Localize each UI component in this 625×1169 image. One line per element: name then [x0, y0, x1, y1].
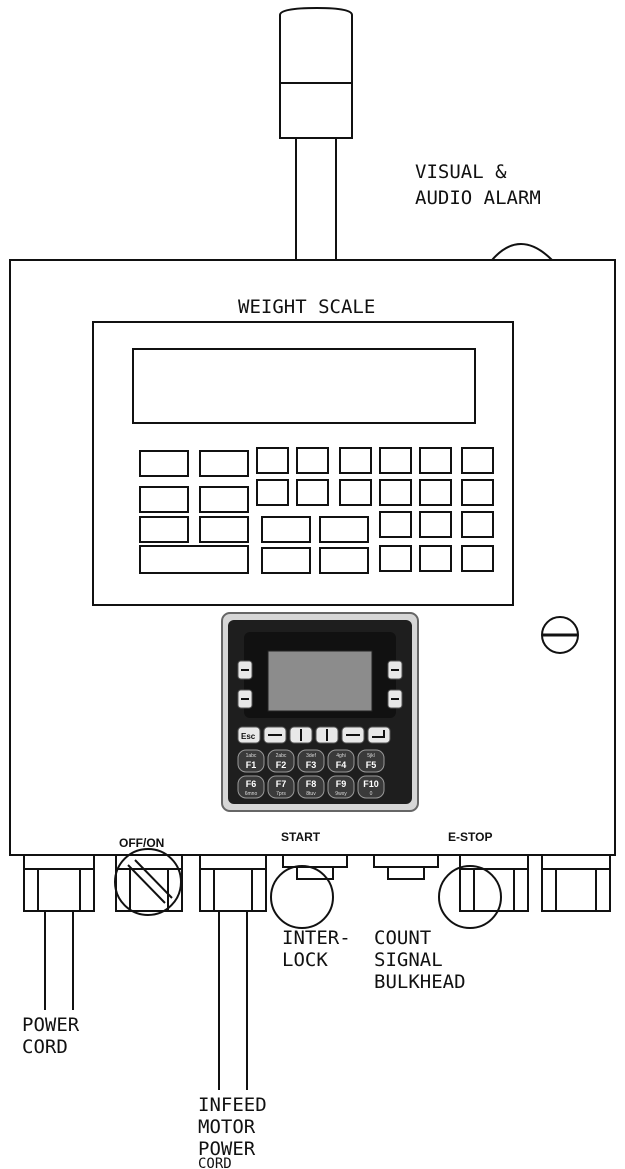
f2-key-label: F2 — [276, 760, 287, 770]
f7-key-label: F7 — [276, 779, 287, 789]
f9-key-label: F9 — [336, 779, 347, 789]
f3-key-label: F3 — [306, 760, 317, 770]
count-label-line1: COUNT — [374, 927, 431, 949]
weight-scale-enclosure-diagram: Esc 1abc F1 2abc F2 3def F3 4ghi F4 5jkl… — [9, 6, 616, 1169]
power-cord-label-line1: POWER — [22, 1014, 80, 1036]
f4-sub-label: 4ghi — [336, 753, 345, 759]
f7-sub-label: 7prs — [276, 791, 286, 797]
start-label: START — [281, 830, 321, 844]
start-button-icon — [270, 865, 334, 929]
screw-icon — [541, 616, 579, 654]
alarm-beacon — [279, 6, 353, 261]
f10-key-label: F10 — [363, 779, 379, 789]
interlock-label-line1: INTER- — [282, 927, 351, 949]
alarm-label-line1: VISUAL & — [415, 161, 507, 183]
switch-label: OFF/ON — [119, 836, 164, 850]
f3-sub-label: 3def — [306, 753, 316, 759]
f9-sub-label: 9wxy — [335, 791, 347, 797]
interlock-label-line2: LOCK — [282, 949, 328, 971]
f1-sub-label: 1abc — [246, 753, 257, 759]
count-label-line2: SIGNAL — [374, 949, 443, 971]
f5-key-label: F5 — [366, 760, 377, 770]
infeed-label-line2: MOTOR — [198, 1116, 256, 1138]
alarm-label-line2: AUDIO ALARM — [415, 187, 541, 209]
power-cord — [44, 911, 74, 1010]
scale-title: WEIGHT SCALE — [238, 296, 375, 318]
estop-label: E-STOP — [448, 830, 492, 844]
power-cord-label-line2: CORD — [22, 1036, 68, 1058]
f10-sub-label: 0 — [370, 791, 373, 797]
f6-sub-label: 6mno — [245, 791, 258, 797]
f8-sub-label: 8tuv — [306, 791, 316, 797]
infeed-label-line1: INFEED — [198, 1094, 267, 1116]
operator-panel-screen — [267, 650, 373, 712]
esc-key-label: Esc — [241, 732, 256, 741]
operator-panel: Esc 1abc F1 2abc F2 3def F3 4ghi F4 5jkl… — [221, 612, 419, 812]
alarm-dome — [491, 243, 553, 261]
infeed-motor-cord — [218, 911, 248, 1090]
f1-key-label: F1 — [246, 760, 257, 770]
f4-key-label: F4 — [336, 760, 347, 770]
selector-switch-icon — [114, 848, 182, 916]
f2-sub-label: 2abc — [276, 753, 287, 759]
count-label-line3: BULKHEAD — [374, 971, 466, 993]
f6-key-label: F6 — [246, 779, 257, 789]
f8-key-label: F8 — [306, 779, 317, 789]
estop-button-icon — [438, 865, 502, 929]
f5-sub-label: 5jkl — [367, 753, 375, 759]
infeed-label-line4: CORD — [198, 1156, 232, 1169]
